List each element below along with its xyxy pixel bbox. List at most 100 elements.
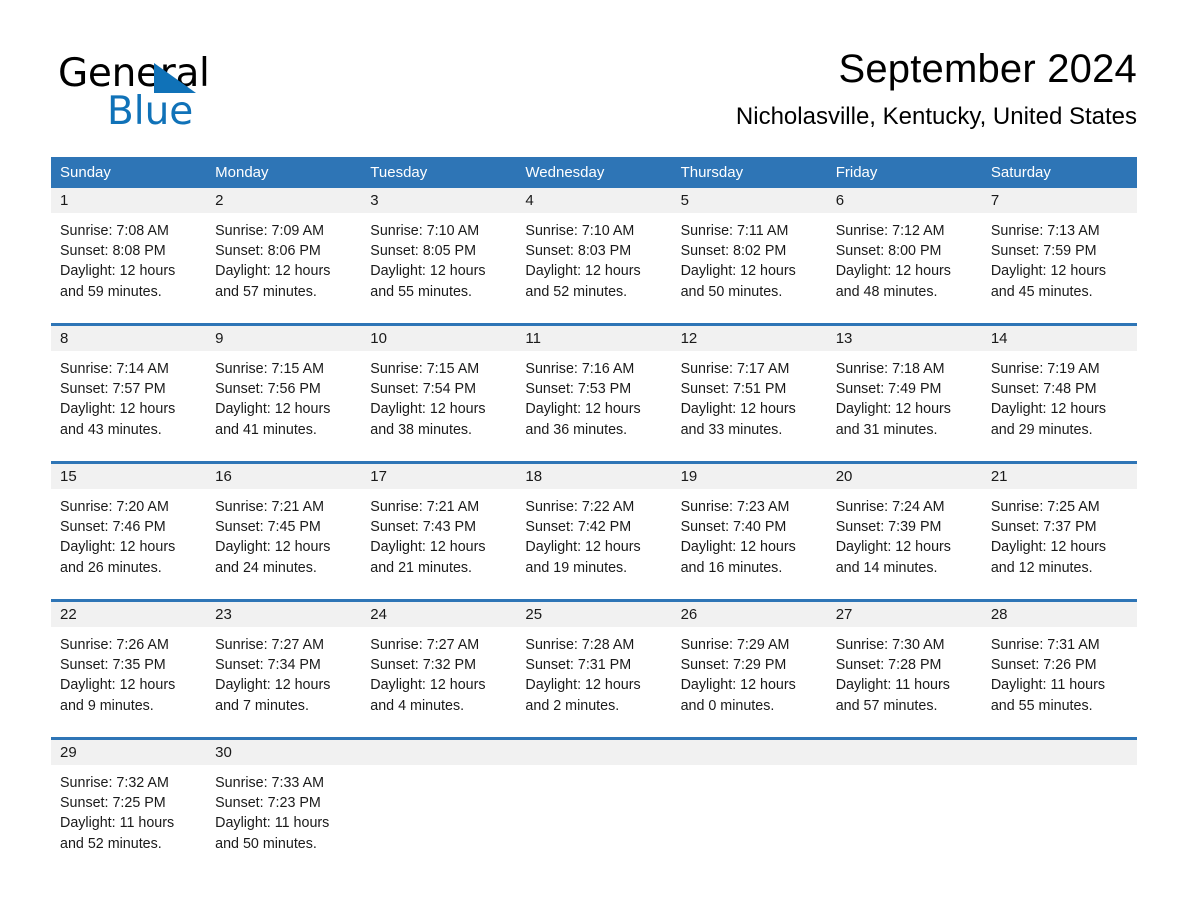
daylight-text: Daylight: 12 hours and 48 minutes.	[835, 263, 951, 300]
day-cell[interactable]: Sunrise: 7:10 AM Sunset: 8:05 PM Daylight:…	[361, 213, 516, 323]
daylight-text: Daylight: 12 hours and 7 minutes.	[215, 677, 331, 714]
day-cell[interactable]: Sunrise: 7:08 AM Sunset: 8:08 PM Daylight:…	[51, 213, 206, 323]
sunrise-text: Sunrise: 7:22 AM	[525, 499, 635, 515]
day-number[interactable]: 1	[51, 188, 206, 213]
day-number[interactable]: 5	[672, 188, 827, 213]
sunset-text: Sunset: 7:32 PM	[370, 657, 476, 674]
week-detail-band: Sunrise: 7:32 AM Sunset: 7:25 PM Daylight:…	[51, 765, 1137, 873]
day-cell[interactable]: Sunrise: 7:27 AM Sunset: 7:32 PM Daylight:…	[361, 627, 516, 737]
sunrise-text: Sunrise: 7:33 AM	[215, 775, 325, 791]
calendar-table: Sunday Monday Tuesday Wednesday Thursday Frid…	[51, 157, 1137, 873]
day-cell[interactable]: Sunrise: 7:11 AM Sunset: 8:02 PM Daylight:…	[672, 213, 827, 323]
day-number[interactable]: 21	[982, 464, 1137, 489]
day-cell[interactable]: Sunrise: 7:30 AM Sunset: 7:28 PM Daylight:…	[827, 627, 982, 737]
day-number[interactable]: 18	[516, 464, 671, 489]
logo-word-blue: Blue	[107, 89, 194, 134]
day-number[interactable]: 25	[516, 602, 671, 627]
day-cell[interactable]: Sunrise: 7:26 AM Sunset: 7:35 PM Daylight:…	[51, 627, 206, 737]
day-cell[interactable]: Sunrise: 7:10 AM Sunset: 8:03 PM Daylight:…	[516, 213, 671, 323]
day-number[interactable]: 16	[206, 464, 361, 489]
day-number[interactable]: 15	[51, 464, 206, 489]
week-date-number-band: 29 30	[51, 740, 1137, 765]
day-number[interactable]: 13	[827, 326, 982, 351]
sunrise-text: Sunrise: 7:28 AM	[525, 637, 635, 653]
sunset-text: Sunset: 7:26 PM	[990, 657, 1097, 674]
sunset-text: Sunset: 7:42 PM	[525, 519, 632, 536]
day-cell[interactable]: Sunrise: 7:14 AM Sunset: 7:57 PM Daylight:…	[51, 351, 206, 461]
page-header: General Blue September 2024 Nicholasvill…	[51, 42, 1137, 146]
day-number[interactable]: 30	[206, 740, 361, 765]
daylight-text: Daylight: 12 hours and 57 minutes.	[215, 263, 331, 300]
day-cell[interactable]: Sunrise: 7:20 AM Sunset: 7:46 PM Daylight:…	[51, 489, 206, 599]
day-cell[interactable]: Sunrise: 7:21 AM Sunset: 7:45 PM Daylight:…	[206, 489, 361, 599]
day-number[interactable]: 20	[827, 464, 982, 489]
day-cell-empty	[982, 765, 1137, 873]
day-number[interactable]: 8	[51, 326, 206, 351]
day-cell[interactable]: Sunrise: 7:21 AM Sunset: 7:43 PM Daylight:…	[361, 489, 516, 599]
day-cell-empty	[361, 765, 516, 873]
day-cell[interactable]: Sunrise: 7:27 AM Sunset: 7:34 PM Daylight:…	[206, 627, 361, 737]
week-date-number-band: 22 23 24 25 26 27 28	[51, 602, 1137, 627]
day-cell[interactable]: Sunrise: 7:32 AM Sunset: 7:25 PM Daylight:…	[51, 765, 206, 873]
sunset-text: Sunset: 8:03 PM	[525, 243, 632, 260]
daylight-text: Daylight: 12 hours and 41 minutes.	[215, 401, 331, 438]
day-number[interactable]: 7	[982, 188, 1137, 213]
day-cell[interactable]: Sunrise: 7:09 AM Sunset: 8:06 PM Daylight:…	[206, 213, 361, 323]
day-number[interactable]: 9	[206, 326, 361, 351]
sunrise-text: Sunrise: 7:27 AM	[370, 637, 480, 653]
sunrise-text: Sunrise: 7:24 AM	[835, 499, 945, 515]
sunrise-text: Sunrise: 7:25 AM	[990, 499, 1100, 515]
day-number[interactable]: 10	[361, 326, 516, 351]
day-cell[interactable]: Sunrise: 7:22 AM Sunset: 7:42 PM Daylight:…	[516, 489, 671, 599]
daylight-text: Daylight: 12 hours and 29 minutes.	[990, 401, 1107, 438]
day-cell[interactable]: Sunrise: 7:24 AM Sunset: 7:39 PM Daylight:…	[827, 489, 982, 599]
daylight-text: Daylight: 12 hours and 50 minutes.	[680, 263, 796, 300]
day-cell[interactable]: Sunrise: 7:31 AM Sunset: 7:26 PM Daylight:…	[982, 627, 1137, 737]
daylight-text: Daylight: 12 hours and 59 minutes.	[60, 263, 176, 300]
daylight-text: Daylight: 12 hours and 14 minutes.	[835, 539, 951, 576]
day-cell[interactable]: Sunrise: 7:33 AM Sunset: 7:23 PM Daylight:…	[206, 765, 361, 873]
day-number[interactable]: 17	[361, 464, 516, 489]
day-number[interactable]: 3	[361, 188, 516, 213]
daylight-text: Daylight: 12 hours and 38 minutes.	[370, 401, 486, 438]
day-number[interactable]: 2	[206, 188, 361, 213]
day-cell[interactable]: Sunrise: 7:12 AM Sunset: 8:00 PM Daylight:…	[827, 213, 982, 323]
day-number[interactable]: 12	[672, 326, 827, 351]
day-number[interactable]: 22	[51, 602, 206, 627]
daylight-text: Daylight: 12 hours and 45 minutes.	[990, 263, 1107, 300]
day-number[interactable]: 28	[982, 602, 1137, 627]
day-number[interactable]: 26	[672, 602, 827, 627]
day-number[interactable]: 14	[982, 326, 1137, 351]
calendar-week-row: 29 30 Sunrise: 7:32 AM Sunset: 7:25 PM Dayli…	[51, 737, 1137, 873]
daylight-text: Daylight: 12 hours and 31 minutes.	[835, 401, 951, 438]
day-cell[interactable]: Sunrise: 7:15 AM Sunset: 7:54 PM Daylight:…	[361, 351, 516, 461]
day-number[interactable]: 23	[206, 602, 361, 627]
day-number[interactable]: 29	[51, 740, 206, 765]
day-cell[interactable]: Sunrise: 7:25 AM Sunset: 7:37 PM Daylight:…	[982, 489, 1137, 599]
day-cell[interactable]: Sunrise: 7:15 AM Sunset: 7:56 PM Daylight:…	[206, 351, 361, 461]
day-cell[interactable]: Sunrise: 7:28 AM Sunset: 7:31 PM Daylight:…	[516, 627, 671, 737]
sunrise-text: Sunrise: 7:10 AM	[525, 223, 635, 239]
day-cell[interactable]: Sunrise: 7:19 AM Sunset: 7:48 PM Daylight:…	[982, 351, 1137, 461]
day-cell-empty	[516, 765, 671, 873]
day-cell[interactable]: Sunrise: 7:18 AM Sunset: 7:49 PM Daylight:…	[827, 351, 982, 461]
day-number[interactable]: 6	[827, 188, 982, 213]
day-number-empty	[672, 740, 827, 765]
day-cell[interactable]: Sunrise: 7:23 AM Sunset: 7:40 PM Daylight:…	[672, 489, 827, 599]
daylight-text: Daylight: 12 hours and 55 minutes.	[370, 263, 486, 300]
day-number[interactable]: 4	[516, 188, 671, 213]
weekday-header-monday: Monday	[215, 164, 269, 181]
daylight-text: Daylight: 12 hours and 2 minutes.	[525, 677, 641, 714]
day-number[interactable]: 27	[827, 602, 982, 627]
sunset-text: Sunset: 7:53 PM	[525, 381, 632, 398]
day-cell[interactable]: Sunrise: 7:13 AM Sunset: 7:59 PM Daylight:…	[982, 213, 1137, 323]
day-cell[interactable]: Sunrise: 7:29 AM Sunset: 7:29 PM Daylight:…	[672, 627, 827, 737]
day-number[interactable]: 11	[516, 326, 671, 351]
day-number-empty	[827, 740, 982, 765]
day-cell[interactable]: Sunrise: 7:16 AM Sunset: 7:53 PM Daylight:…	[516, 351, 671, 461]
day-cell[interactable]: Sunrise: 7:17 AM Sunset: 7:51 PM Daylight:…	[672, 351, 827, 461]
sunset-text: Sunset: 7:25 PM	[60, 795, 166, 812]
day-number[interactable]: 19	[672, 464, 827, 489]
daylight-text: Daylight: 12 hours and 12 minutes.	[990, 539, 1107, 576]
day-number[interactable]: 24	[361, 602, 516, 627]
